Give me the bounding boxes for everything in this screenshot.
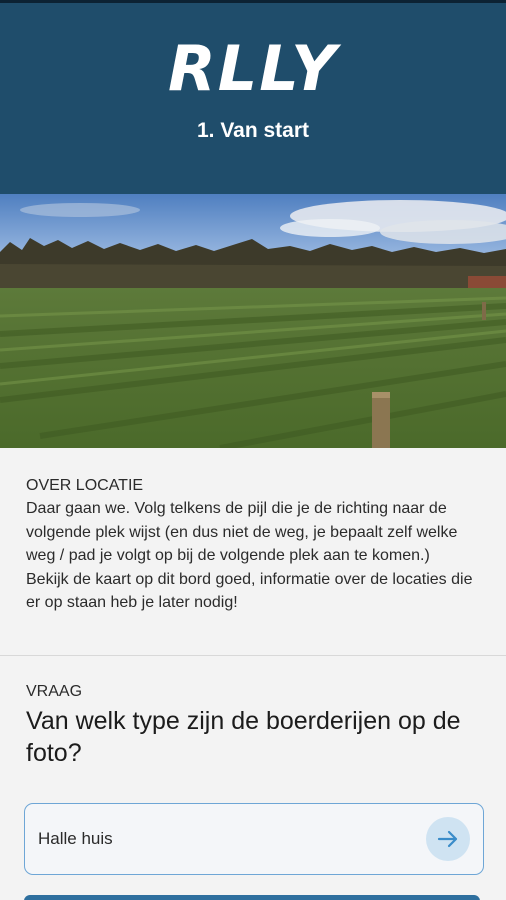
info-paragraph: Daar gaan we. Volg telkens de pijl die j… bbox=[26, 500, 458, 564]
submit-answer-button[interactable] bbox=[426, 817, 470, 861]
question-text: Van welk type zijn de boerderijen op de … bbox=[26, 707, 461, 767]
question-label: VRAAG bbox=[26, 683, 83, 700]
app-logo: RLLY bbox=[168, 32, 338, 105]
info-label: OVER LOCATIE bbox=[26, 477, 144, 494]
header: RLLY 1. Van start bbox=[0, 0, 506, 194]
location-photo bbox=[0, 194, 506, 448]
step-title: 1. Van start bbox=[196, 119, 310, 142]
info-paragraph: Bekijk de kaart op dit bord goed, inform… bbox=[26, 570, 473, 612]
arrow-right-icon bbox=[437, 830, 458, 848]
next-button-edge[interactable] bbox=[24, 895, 480, 900]
answer-field[interactable] bbox=[24, 803, 484, 875]
answer-input[interactable] bbox=[38, 826, 408, 852]
location-info: OVER LOCATIE Daar gaan we. Volg telkens … bbox=[0, 448, 506, 656]
screen: RLLY 1. Van start OVER LOCATIE Daar gaan… bbox=[0, 0, 506, 900]
question-section: VRAAG Van welk type zijn de boerderijen … bbox=[0, 657, 506, 900]
info-text: Daar gaan we. Volg telkens de pijl die j… bbox=[26, 497, 486, 615]
